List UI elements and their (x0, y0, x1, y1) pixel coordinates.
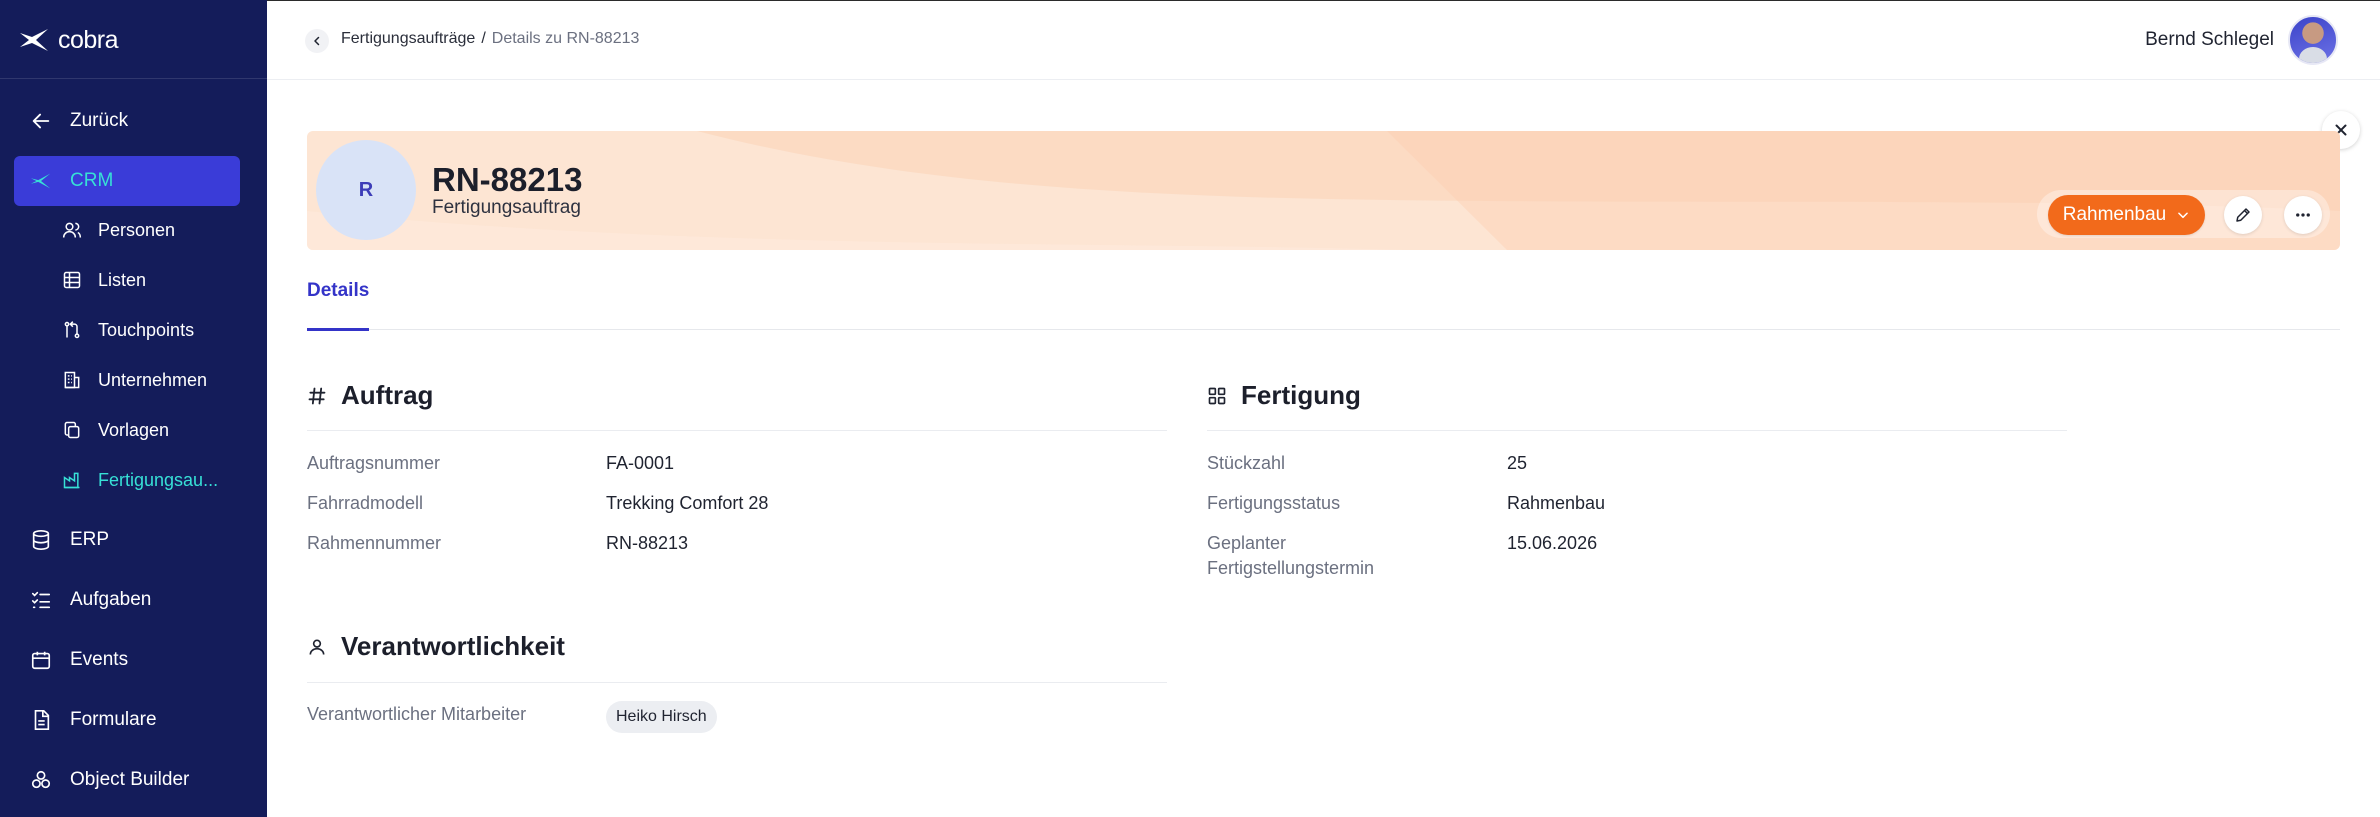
sidebar-item-erp[interactable]: ERP (14, 515, 240, 565)
field-label-auftragsnummer: Auftragsnummer (307, 453, 441, 473)
copy-icon (64, 421, 80, 439)
pencil-icon (2236, 208, 2250, 222)
field-value-fertigungsstatus: Rahmenbau (1507, 493, 1606, 513)
breadcrumb-separator: / (481, 30, 486, 47)
chevron-left-icon (314, 36, 320, 46)
sidebar-subitem-label: Touchpoints (98, 319, 195, 340)
sidebar-back-label: Zurück (70, 110, 129, 131)
field-label-fertigungsstatus: Fertigungsstatus (1207, 493, 1341, 513)
table-icon (63, 271, 81, 289)
sidebar-subitem-label: Unternehmen (98, 369, 208, 390)
grid-icon (1208, 387, 1226, 404)
sidebar-divider (0, 78, 267, 79)
field-label-fahrradmodell: Fahrradmodell (307, 493, 424, 513)
building-icon (64, 371, 80, 389)
section-divider (1207, 430, 2067, 431)
chevron-down-icon (2178, 212, 2189, 219)
task-list-icon (31, 591, 51, 609)
sidebar-subitem-label: Listen (98, 269, 147, 290)
sidebar-item-label: Aufgaben (70, 589, 152, 610)
section-title: Fertigung (1241, 380, 1361, 410)
brand-logo[interactable]: cobra (18, 22, 119, 58)
banner-decoration (307, 131, 2340, 250)
sidebar-item-label: CRM (70, 170, 114, 191)
avatar[interactable] (2288, 15, 2338, 65)
object-builder-icon (31, 770, 51, 789)
arrow-left-icon (32, 113, 50, 129)
sidebar-item-object-builder[interactable]: Object Builder (14, 755, 240, 805)
sidebar-subitem-fertigungsauftraege[interactable]: Fertigungsau... (62, 460, 252, 500)
sidebar: cobra Zurück CRM Personen Listen Touchpo… (0, 0, 267, 817)
sidebar-subitem-label: Personen (98, 219, 176, 240)
user-name: Bernd Schlegel (2145, 29, 2274, 50)
people-icon (62, 222, 82, 238)
brand-name: cobra (58, 25, 119, 54)
crm-bird-icon (30, 173, 51, 189)
sidebar-item-label: ERP (70, 529, 110, 550)
section-title: Auftrag (341, 380, 434, 410)
sidebar-item-aufgaben[interactable]: Aufgaben (14, 575, 240, 625)
sidebar-item-label: Object Builder (70, 769, 190, 790)
record-avatar: R (316, 140, 416, 240)
field-label-fertigstellungstermin: Geplanter Fertigstellungstermin (1207, 533, 1375, 578)
section-divider (307, 682, 1167, 683)
sidebar-item-label: Formulare (70, 709, 157, 730)
field-value-fahrradmodell: Trekking Comfort 28 (606, 493, 769, 513)
sidebar-item-crm[interactable]: CRM (14, 156, 240, 206)
field-value-auftragsnummer: FA-0001 (606, 453, 675, 473)
edit-button[interactable] (2224, 196, 2262, 234)
cobra-logo-icon (20, 29, 48, 51)
factory-icon (63, 472, 80, 489)
calendar-icon (31, 651, 51, 670)
field-label-verantwortlicher-mitarbeiter: Verantwortlicher Mitarbeiter (307, 704, 527, 724)
hash-icon (308, 387, 326, 404)
field-label-rahmennummer: Rahmennummer (307, 533, 442, 553)
user-menu[interactable]: Bernd Schlegel (2145, 15, 2338, 65)
field-value-fertigstellungstermin: 15.06.2026 (1507, 533, 1598, 553)
record-header: R RN-88213 Fertigungsauftrag (307, 131, 2340, 250)
sidebar-back-link[interactable]: Zurück (14, 96, 240, 146)
more-horizontal-icon (2296, 213, 2310, 217)
section-fertigung-heading: Fertigung (1207, 380, 1361, 411)
record-type: Fertigungsauftrag (432, 197, 581, 218)
sidebar-subitem-vorlagen[interactable]: Vorlagen (62, 410, 252, 450)
form-icon (34, 710, 50, 730)
sidebar-item-formulare[interactable]: Formulare (14, 695, 240, 745)
tab-details[interactable]: Details (307, 280, 370, 331)
status-label: Rahmenbau (2062, 204, 2167, 225)
sidebar-item-events[interactable]: Events (14, 635, 240, 685)
breadcrumb-current: Details zu RN-88213 (491, 30, 640, 47)
database-icon (32, 530, 50, 550)
section-verantwortlichkeit-heading: Verantwortlichkeit (307, 631, 565, 662)
field-label-stueckzahl: Stückzahl (1207, 453, 1286, 473)
sidebar-subitem-listen[interactable]: Listen (62, 260, 252, 300)
employee-chip[interactable]: Heiko Hirsch (606, 701, 717, 733)
touchpoint-icon (64, 321, 80, 339)
sidebar-subitem-touchpoints[interactable]: Touchpoints (62, 310, 252, 350)
field-value-stueckzahl: 25 (1507, 453, 1528, 473)
sidebar-subitem-personen[interactable]: Personen (62, 210, 252, 250)
breadcrumb-back-button[interactable] (305, 29, 329, 53)
field-value-rahmennummer: RN-88213 (606, 533, 689, 553)
status-dropdown-button[interactable]: Rahmenbau (2048, 195, 2205, 235)
user-icon (309, 639, 325, 655)
section-divider (307, 430, 1167, 431)
sidebar-subitem-label: Fertigungsau... (98, 469, 219, 490)
tab-bar: Details (307, 262, 2340, 331)
more-options-button[interactable] (2284, 196, 2322, 234)
record-title: RN-88213 (432, 161, 583, 198)
breadcrumb: Fertigungsaufträge / Details zu RN-88213 (341, 30, 639, 48)
section-title: Verantwortlichkeit (341, 631, 565, 661)
sidebar-subitem-unternehmen[interactable]: Unternehmen (62, 360, 252, 400)
section-auftrag-heading: Auftrag (307, 380, 433, 411)
sidebar-item-label: Events (70, 649, 129, 670)
breadcrumb-parent-link[interactable]: Fertigungsaufträge (341, 30, 475, 48)
top-bar: Fertigungsaufträge / Details zu RN-88213… (267, 0, 2380, 80)
sidebar-subitem-label: Vorlagen (98, 419, 170, 440)
